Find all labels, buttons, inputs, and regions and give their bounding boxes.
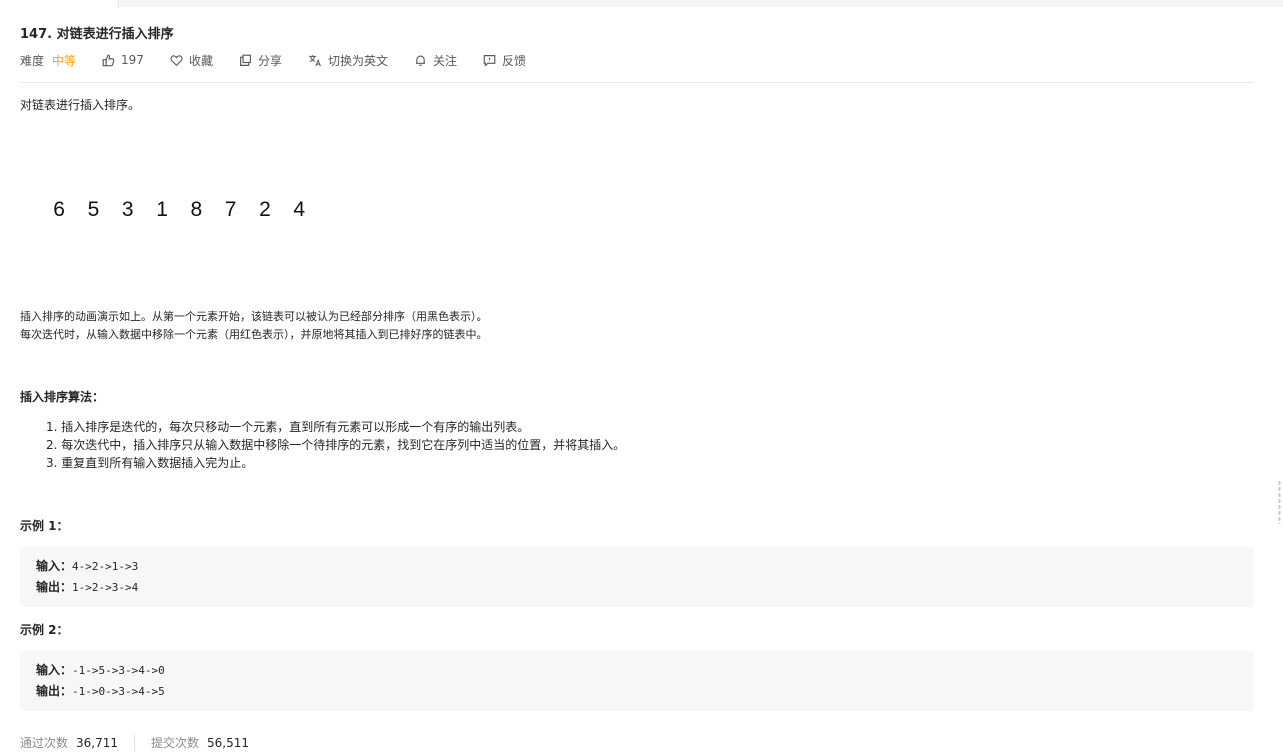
algorithm-step: 2. 每次迭代中，插入排序只从输入数据中移除一个待排序的元素，找到它在序列中适当… (46, 438, 626, 452)
share-button[interactable]: 分享 (239, 52, 282, 69)
output-label: 输出： (36, 684, 73, 698)
accepted-label: 通过次数 (20, 736, 69, 750)
output-label: 输出： (36, 580, 73, 594)
example-1-block: 输入：4->2->1->3 输出：1->2->3->4 (20, 547, 1254, 607)
favorite-label: 收藏 (188, 53, 213, 68)
input-value: 4->2->1->3 (72, 560, 139, 573)
follow-label: 关注 (432, 53, 457, 68)
input-value: -1->5->3->4->0 (72, 664, 165, 677)
description-line: 每次迭代时，从输入数据中移除一个元素（用红色表示），并原地将其插入到已排好序的链… (20, 328, 488, 341)
example-2-title: 示例 2： (20, 623, 69, 637)
feedback-icon (483, 54, 496, 67)
follow-button[interactable]: 关注 (414, 52, 457, 69)
translate-icon (309, 54, 321, 66)
feedback-label: 反馈 (502, 53, 527, 68)
heart-icon (170, 54, 183, 66)
like-count: 197 (121, 53, 144, 67)
favorite-button[interactable]: 收藏 (170, 52, 213, 69)
animation-number: 3 (121, 198, 134, 221)
animation-number: 5 (87, 198, 100, 221)
active-tab[interactable] (0, 0, 119, 7)
output-value: 1->2->3->4 (72, 581, 139, 594)
resize-handle[interactable] (1278, 480, 1281, 524)
example-input-line: 输入：-1->5->3->4->0 (36, 660, 1254, 681)
problem-intro: 对链表进行插入排序。 (20, 98, 141, 112)
animation-number: 6 (53, 198, 65, 221)
top-tab-bar (0, 0, 1283, 7)
output-value: -1->0->3->4->5 (72, 685, 165, 698)
example-output-line: 输出：1->2->3->4 (36, 577, 1254, 598)
problem-meta-bar: 难度 中等 197 收藏 分享 切换为英文 关注 反馈 (20, 51, 552, 69)
translate-button[interactable]: 切换为英文 (308, 52, 388, 69)
algorithm-heading: 插入排序算法： (20, 390, 105, 404)
accepted-value: 36,711 (76, 735, 119, 750)
difficulty-value: 中等 (52, 53, 77, 68)
insertion-sort-animation: 6 5 3 1 8 7 2 4 (42, 198, 316, 222)
submissions-label: 提交次数 (151, 736, 200, 750)
input-label: 输入： (36, 663, 73, 677)
bell-icon (416, 54, 425, 66)
problem-title: 147. 对链表进行插入排序 (20, 27, 174, 42)
submissions-value: 56,511 (207, 735, 250, 750)
animation-number: 8 (190, 198, 203, 221)
translate-label: 切换为英文 (327, 53, 388, 68)
example-1-title: 示例 1： (20, 519, 69, 533)
difficulty-label: 难度 (20, 53, 45, 68)
animation-number: 2 (259, 198, 271, 221)
stats-divider (134, 734, 136, 751)
example-2-block: 输入：-1->5->3->4->0 输出：-1->0->3->4->5 (20, 651, 1254, 711)
algorithm-steps: 1. 插入排序是迭代的，每次只移动一个元素，直到所有元素可以形成一个有序的输出列… (46, 418, 625, 472)
algorithm-step: 1. 插入排序是迭代的，每次只移动一个元素，直到所有元素可以形成一个有序的输出列… (46, 420, 530, 434)
thumbs-up-icon (102, 54, 115, 66)
description-line: 插入排序的动画演示如上。从第一个元素开始，该链表可以被认为已经部分排序（用黑色表… (20, 310, 488, 323)
example-output-line: 输出：-1->0->3->4->5 (36, 681, 1254, 702)
feedback-button[interactable]: 反馈 (483, 52, 526, 69)
example-input-line: 输入：4->2->1->3 (36, 556, 1254, 577)
algorithm-step: 3. 重复直到所有输入数据插入完为止。 (46, 456, 254, 470)
animation-number: 4 (293, 198, 306, 221)
submission-stats: 通过次数 36,711 提交次数 56,511 (20, 734, 249, 751)
animation-number: 7 (224, 198, 237, 221)
like-button[interactable]: 197 (102, 53, 144, 67)
share-icon (240, 54, 251, 66)
share-label: 分享 (257, 53, 282, 68)
animation-number: 1 (156, 198, 168, 221)
input-label: 输入： (36, 559, 73, 573)
header-divider (20, 82, 1254, 83)
animation-description: 插入排序的动画演示如上。从第一个元素开始，该链表可以被认为已经部分排序（用黑色表… (20, 308, 488, 344)
